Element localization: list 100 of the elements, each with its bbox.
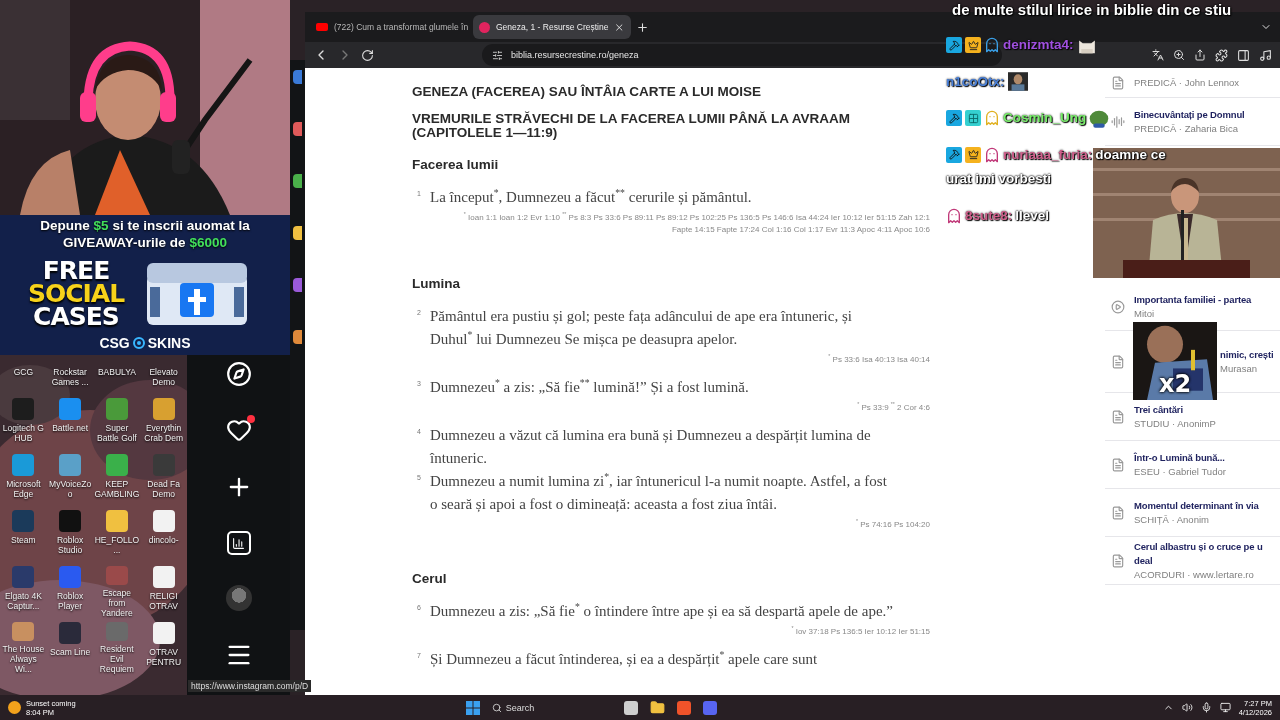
verse-text: Dumnezeu a numit lumina zi$^{*}$, iar întunericul l-a numit noapte. Astfel, a fost o seară și apoi a fost o dimineață: aceasta a fost ziua întâi.	[430, 470, 888, 514]
desktop-icon-label[interactable]: dincolo-	[140, 535, 187, 545]
app-icon[interactable]	[152, 622, 175, 644]
verse-text: Dumnezeu a zis: „Să fie$^{*}$ o întindere între ape și ea să despartă apele de ape.”	[430, 600, 893, 621]
desktop-icon-label[interactable]: Resident Evil Requiem	[93, 644, 140, 674]
verse-text: Dumnezeu$^{*}$ a zis: „Să fie$^{**}$ lumină!” Și a fost lumină.	[430, 376, 749, 397]
share-icon[interactable]	[1194, 49, 1206, 61]
ghost-icon	[984, 146, 1000, 163]
desktop-icon-label[interactable]: The House Always Wi...	[0, 644, 47, 674]
app-icon[interactable]	[152, 398, 175, 420]
desktop-icon-label[interactable]: Dead Fa Demo	[140, 479, 187, 499]
book-title: GENEZA (FACEREA) SAU ÎNTÂIA CARTE A LUI MOISE	[412, 85, 762, 99]
folder-icon[interactable]	[649, 700, 665, 715]
chat-username[interactable]: 8sute8:	[965, 207, 1013, 223]
profile-avatar[interactable]	[225, 585, 252, 611]
desktop-icon-label[interactable]: Elgato 4K Captur...	[0, 591, 47, 611]
desktop-icon-label[interactable]: Roblox Player	[47, 591, 94, 611]
sun-icon	[8, 701, 21, 714]
heart-icon[interactable]	[225, 417, 252, 443]
combo-count: x2	[1159, 370, 1192, 398]
video-icon	[1111, 299, 1125, 314]
search-field[interactable]: Search	[505, 702, 535, 713]
desktop-icon-label[interactable]: Roblox Studio	[47, 535, 94, 555]
chat-username[interactable]: nuriaaa_furia:	[1003, 146, 1093, 162]
app-icon[interactable]	[293, 226, 302, 240]
section-heading: Lumina	[412, 276, 460, 291]
chart-icon[interactable]	[226, 531, 251, 555]
desktop-icon-label[interactable]: Steam	[0, 535, 47, 545]
app-icon[interactable]	[152, 510, 175, 532]
search-icon[interactable]	[491, 702, 502, 713]
related-title[interactable]: Binecuvântați pe Domnul	[1134, 109, 1245, 120]
desktop-icon-label[interactable]: OTRAV PENTRU	[140, 647, 187, 667]
desktop-icon-label[interactable]: HE_FOLLO...	[93, 535, 140, 555]
desktop-icon-label[interactable]: Logitech G HUB	[0, 423, 47, 443]
app-icon[interactable]	[676, 700, 691, 715]
related-subtitle: ESEU · Gabriel Tudor	[1134, 466, 1226, 477]
emote-icon	[1089, 108, 1110, 128]
related-title[interactable]: Într-o Lumină bună...	[1134, 452, 1226, 463]
verse-text: Dumnezeu a văzut că lumina era bună și Dumnezeu a despărțit lumina de întuneric.	[430, 426, 872, 468]
desktop-icon-label[interactable]: Everythin Crab Dem	[140, 423, 187, 443]
volume-icon[interactable]	[1181, 702, 1193, 713]
promo-subline: GIVEAWAY-urile de $6000	[63, 234, 227, 251]
related-title[interactable]: Trei cântări	[1134, 404, 1216, 415]
mic-icon[interactable]	[1200, 702, 1212, 713]
document-icon	[1111, 354, 1125, 369]
browser-tab[interactable]: (722) Cum a transformat glumele în	[310, 15, 468, 39]
app-icon[interactable]	[152, 566, 175, 588]
desktop-icon-label[interactable]: Escape from Yandere	[93, 588, 140, 618]
sidebar-icon[interactable]	[1237, 48, 1250, 62]
browser-tab[interactable]: Geneza, 1 - Resurse Creștine	[473, 15, 631, 39]
app-icon[interactable]	[623, 700, 638, 715]
related-subtitle: ACORDURI · www.lertare.ro	[1134, 569, 1255, 580]
chat-username[interactable]: n1coOtx:	[946, 73, 1005, 89]
desktop-icon-label[interactable]: BABULYA	[93, 367, 140, 377]
reload-icon[interactable]	[361, 48, 374, 62]
desktop-icon-label[interactable]: Rockstar Games ...	[47, 367, 94, 387]
hammer-icon	[946, 110, 962, 127]
brand-name: CSG	[99, 335, 130, 351]
related-subtitle: Murasan	[1220, 363, 1258, 374]
desktop-icon-label[interactable]: MyVoiceZoo	[47, 479, 94, 499]
app-icon[interactable]	[105, 510, 128, 532]
compass-icon[interactable]	[225, 361, 252, 387]
start-button[interactable]	[465, 700, 480, 715]
document-icon	[1111, 505, 1125, 520]
desktop-icon-label[interactable]: Scam Line	[47, 647, 94, 657]
promo-title: SOCIAL	[27, 281, 125, 305]
monitor-icon[interactable]	[1219, 702, 1231, 713]
verse-text: Și Dumnezeu a făcut întinderea, și ea a despărțit$^{*}$ apele care sunt	[430, 648, 818, 669]
desktop-icon-label[interactable]: Battle.net	[47, 423, 94, 433]
desktop-icon-label[interactable]: Super Battle Golf	[93, 423, 140, 443]
related-title[interactable]: deal	[1134, 555, 1263, 566]
book-title: VREMURILE STRĂVECHI DE LA FACEREA LUMII PÂNĂ LA AVRAAM (CAPITOLELE 1—11:9)	[412, 112, 851, 140]
related-title[interactable]: Cerul albastru și o cruce pe u	[1134, 541, 1263, 552]
desktop-icon-label[interactable]: Elevato Demo	[140, 367, 187, 387]
document-icon	[1111, 457, 1125, 472]
translate-icon[interactable]	[1152, 49, 1164, 61]
music-icon[interactable]	[1259, 48, 1272, 62]
site-settings-icon[interactable]	[492, 49, 503, 61]
document-icon	[1111, 409, 1125, 424]
related-subtitle: STUDIU · AnonimP	[1134, 418, 1216, 429]
desktop-icon-label[interactable]: Microsoft Edge	[0, 479, 47, 499]
desktop-icon-label[interactable]: RELIGI OTRAV	[140, 591, 187, 611]
related-title[interactable]: Momentul determinant în via	[1134, 500, 1259, 511]
related-title[interactable]: nimic, crești	[1220, 349, 1274, 360]
chat-message: llevel	[1015, 207, 1050, 223]
zoom-icon[interactable]	[1173, 49, 1185, 61]
new-tab-icon[interactable]	[636, 20, 649, 34]
related-subtitle: Mitoi	[1134, 308, 1156, 319]
video-site-icon	[316, 23, 328, 31]
related-title[interactable]: Importanta familiei - partea	[1134, 294, 1252, 305]
document-icon	[1111, 75, 1125, 90]
puzzle-icon[interactable]	[1215, 48, 1228, 62]
desktop-icon-label[interactable]: KEEP GAMBLING	[93, 479, 140, 499]
document-icon	[1111, 553, 1125, 568]
cross-references: $^{*}$ Iov 37:18 Ps 136:5 Ier 10:12 Ier 51:15	[790, 626, 930, 638]
close-icon[interactable]	[614, 21, 625, 33]
ghost-icon	[984, 37, 1000, 54]
address-bar[interactable]: biblia.resursecrestine.ro/geneza	[482, 44, 1002, 66]
link-preview: https://www.instagram.com/p/D	[188, 680, 312, 692]
desktop-icon-label[interactable]: GCG	[0, 367, 47, 377]
